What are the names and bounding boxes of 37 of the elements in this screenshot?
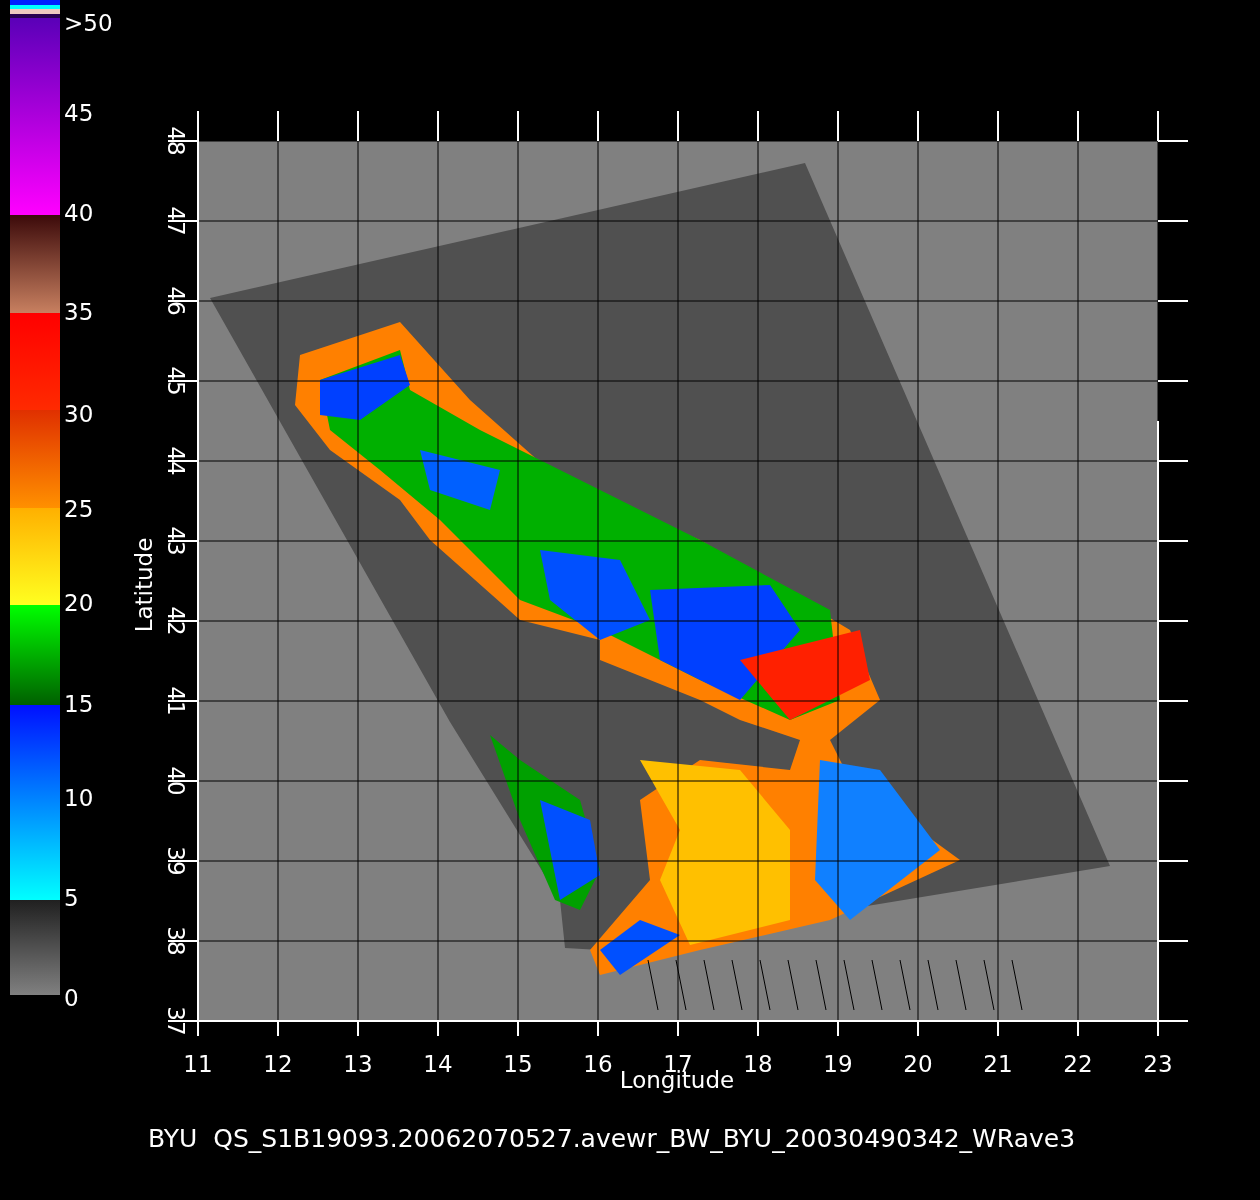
- plot-title: BYU QS_S1B19093.20062070527.avewr_BW_BYU_20030490342_WRave3: [148, 1124, 1076, 1153]
- axis-title: Latitude: [131, 537, 157, 633]
- axis-tick-label: 13: [343, 1051, 373, 1077]
- axis-tick-label: 38: [163, 926, 189, 956]
- axis-tick-label: 47: [163, 206, 189, 236]
- axis-tick-label: 11: [183, 1051, 213, 1077]
- scale-label: 5: [64, 885, 79, 911]
- axis-tick-label: 23: [1143, 1051, 1173, 1077]
- axis-tick-label: 40: [163, 766, 189, 796]
- scale-label: 20: [64, 590, 94, 616]
- axis-tick-label: 19: [823, 1051, 853, 1077]
- scale-label: 0: [64, 985, 79, 1011]
- axis-tick-label: 14: [423, 1051, 453, 1077]
- scale-label: >50: [64, 10, 113, 36]
- axis-tick-label: 21: [983, 1051, 1013, 1077]
- axis-tick-label: 41: [163, 686, 189, 716]
- axis-tick-label: 12: [263, 1051, 293, 1077]
- axis-tick-label: 22: [1063, 1051, 1093, 1077]
- axis-tick-label: 18: [743, 1051, 773, 1077]
- axis-tick-label: 42: [163, 606, 189, 636]
- scale-label: 15: [64, 691, 94, 717]
- axis-tick-label: 46: [163, 286, 189, 316]
- axis-tick-label: 43: [163, 526, 189, 556]
- axis-tick-label: 45: [163, 366, 189, 396]
- axis-tick-label: 44: [163, 446, 189, 476]
- scale-label: 30: [64, 401, 94, 427]
- axis-tick-label: 20: [903, 1051, 933, 1077]
- scale-label: 25: [64, 496, 94, 522]
- scale-label: 35: [64, 299, 94, 325]
- scale-label: 40: [64, 200, 94, 226]
- scale-label: 45: [64, 100, 94, 126]
- scale-label: 10: [64, 785, 94, 811]
- axis-tick-label: 37: [163, 1006, 189, 1036]
- axis-tick-label: 16: [583, 1051, 613, 1077]
- axis-tick-label: 15: [503, 1051, 533, 1077]
- axis-tick-label: 48: [163, 126, 189, 156]
- axis-tick-label: 39: [163, 846, 189, 876]
